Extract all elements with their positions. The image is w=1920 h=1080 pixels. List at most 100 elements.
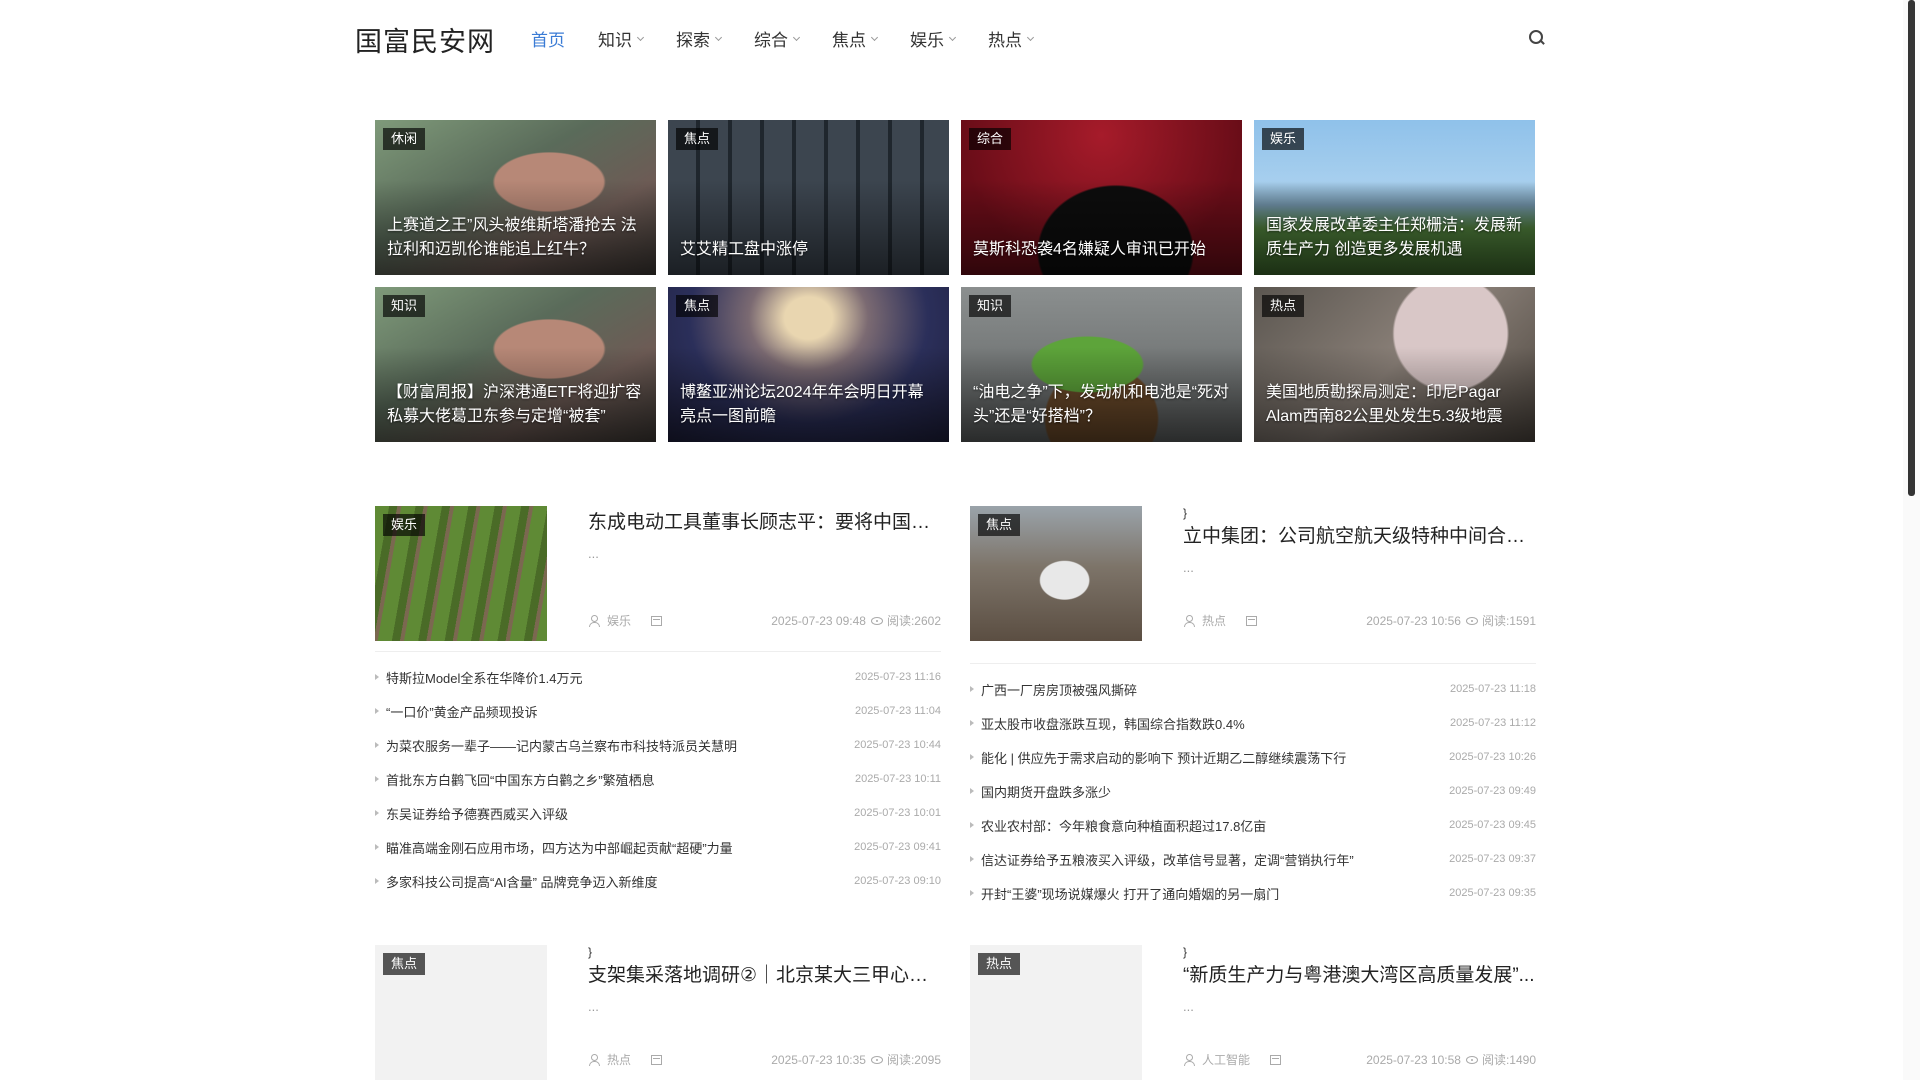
article-list: 广西一厂房房顶被强风撕碎 2025-07-23 11:18 亚太股市收盘涨跌互现，韩…	[970, 672, 1536, 910]
list-item-title[interactable]: 多家科技公司提高“AI含量” 品牌竞争迈入新维度	[386, 872, 844, 891]
card-title[interactable]: 博鳌亚洲论坛2024年年会明日开幕 亮点一图前瞻	[680, 381, 939, 429]
feature-thumbnail[interactable]: 热点	[970, 945, 1142, 1080]
list-item-date: 2025-07-23 11:18	[1449, 683, 1536, 695]
calendar-icon	[651, 615, 663, 626]
list-item-title[interactable]: 东吴证券给予德赛西威买入评级	[386, 804, 844, 823]
author-name[interactable]: 娱乐	[607, 612, 631, 629]
nav-item-6[interactable]: 热点	[988, 26, 1035, 51]
list-item[interactable]: 为菜农服务一辈子——记内蒙古乌兰察布市科技特派员关慧明 2025-07-23 10…	[375, 728, 941, 762]
feature-article[interactable]: 焦点} 支架集采落地调研②｜北京某大三甲心内...... 热点 2025-07-23 …	[375, 945, 941, 1080]
chevron-down-icon	[636, 33, 645, 42]
list-item[interactable]: 信达证券给予五粮液买入评级，改革信号显著，定调“营销执行年” 2025-07-23…	[970, 842, 1536, 876]
author-name[interactable]: 热点	[1202, 612, 1226, 629]
list-item-title[interactable]: 亚太股市收盘涨跌互现，韩国综合指数跌0.4%	[981, 714, 1440, 733]
featured-card[interactable]: 知识 “油电之争”下，发动机和电池是“死对头”还是“好搭档”？	[961, 287, 1242, 442]
list-item[interactable]: 广西一厂房房顶被强风撕碎 2025-07-23 11:18	[970, 672, 1536, 706]
nav-item-4[interactable]: 焦点	[832, 26, 879, 51]
feature-title[interactable]: 支架集采落地调研②｜北京某大三甲心内...	[588, 963, 941, 989]
category-tag[interactable]: 知识	[969, 295, 1012, 317]
card-title[interactable]: 国家发展改革委主任郑栅洁：发展新质生产力 创造更多发展机遇	[1266, 214, 1525, 262]
site-logo[interactable]: 国富民安网	[355, 20, 495, 59]
feature-thumbnail[interactable]: 焦点	[375, 945, 547, 1080]
category-tag[interactable]: 热点	[978, 953, 1021, 975]
feature-thumbnail[interactable]: 焦点	[970, 506, 1142, 641]
card-title[interactable]: 上赛道之王”风头被维斯塔潘抢去 法拉利和迈凯伦谁能追上红牛？	[387, 214, 646, 262]
article-meta: 热点 2025-07-23 10:56 阅读:1591	[1183, 612, 1536, 629]
search-icon[interactable]	[1529, 30, 1545, 46]
featured-card[interactable]: 休闲上赛道之王”风头被维斯塔潘抢去 法拉利和迈凯伦谁能追上红牛？	[375, 120, 656, 275]
card-title[interactable]: 艾艾精工盘中涨停	[680, 238, 939, 262]
feature-thumbnail[interactable]: 娱乐	[375, 506, 547, 641]
list-item-title[interactable]: 为菜农服务一辈子——记内蒙古乌兰察布市科技特派员关慧明	[386, 736, 844, 755]
card-title[interactable]: 美国地质勘探局测定：印尼Pagar Alam西南82公里处发生5.3级地震	[1266, 381, 1525, 429]
list-item[interactable]: 农业农村部：今年粮食意向种植面积超过17.8亿亩 2025-07-23 09:45	[970, 808, 1536, 842]
author-name[interactable]: 热点	[607, 1051, 631, 1068]
category-tag[interactable]: 热点	[1262, 295, 1305, 317]
feature-article[interactable]: 娱乐 东成电动工具董事长顾志平：要将中国精...... 娱乐 2025-07-23 0…	[375, 506, 941, 641]
list-item-title[interactable]: 瞄准高端金刚石应用市场，四方达为中部崛起贡献“超硬”力量	[386, 838, 844, 857]
category-tag[interactable]: 焦点	[383, 953, 426, 975]
list-item[interactable]: 多家科技公司提高“AI含量” 品牌竞争迈入新维度 2025-07-23 09:10	[375, 864, 941, 898]
featured-card[interactable]: 焦点艾艾精工盘中涨停	[668, 120, 949, 275]
nav-item-0[interactable]: 首页	[531, 26, 565, 51]
feature-article[interactable]: 热点} “新质生产力与粤港澳大湾区高质量发展”...... 人工智能 2025-07-…	[970, 945, 1536, 1080]
list-item-title[interactable]: 国内期货开盘跌多涨少	[981, 782, 1439, 801]
list-item-title[interactable]: 能化 | 供应先于需求启动的影响下 预计近期乙二醇继续震荡下行	[981, 748, 1439, 767]
main-nav: 首页 知识 探索 综合 焦点 娱乐 热点	[531, 26, 1066, 51]
list-item-title[interactable]: 广西一厂房房顶被强风撕碎	[981, 680, 1440, 699]
author-name[interactable]: 人工智能	[1202, 1051, 1250, 1068]
list-item-title[interactable]: 信达证券给予五粮液买入评级，改革信号显著，定调“营销执行年”	[981, 850, 1439, 869]
featured-card[interactable]: 热点美国地质勘探局测定：印尼Pagar Alam西南82公里处发生5.3级地震	[1254, 287, 1535, 442]
list-item-title[interactable]: 首批东方白鹳飞回“中国东方白鹳之乡”繁殖栖息	[386, 770, 845, 789]
list-item[interactable]: 东吴证券给予德赛西威买入评级 2025-07-23 10:01	[375, 796, 941, 830]
card-title[interactable]: “油电之争”下，发动机和电池是“死对头”还是“好搭档”？	[973, 381, 1232, 429]
featured-card[interactable]: 娱乐国家发展改革委主任郑栅洁：发展新质生产力 创造更多发展机遇	[1254, 120, 1535, 275]
card-title[interactable]: 【财富周报】沪深港通ETF将迎扩容 私募大佬葛卫东参与定增“被套”	[387, 381, 646, 429]
list-item[interactable]: 特斯拉Model全系在华降价1.4万元 2025-07-23 11:16	[375, 660, 941, 694]
read-count: 阅读:1490	[1481, 1053, 1536, 1067]
category-tag[interactable]: 知识	[383, 295, 426, 317]
list-item[interactable]: 开封“王婆”现场说媒爆火 打开了通向婚姻的另一扇门 2025-07-23 09:3…	[970, 876, 1536, 910]
featured-card[interactable]: 综合莫斯科恐袭4名嫌疑人审讯已开始	[961, 120, 1242, 275]
list-item-title[interactable]: 特斯拉Model全系在华降价1.4万元	[386, 668, 845, 687]
nav-item-3[interactable]: 综合	[754, 26, 801, 51]
category-tag[interactable]: 娱乐	[383, 514, 426, 536]
eye-icon	[870, 1055, 883, 1064]
nav-item-5[interactable]: 娱乐	[910, 26, 957, 51]
nav-item-2[interactable]: 探索	[676, 26, 723, 51]
list-item-title[interactable]: 农业农村部：今年粮食意向种植面积超过17.8亿亩	[981, 816, 1439, 835]
category-tag[interactable]: 综合	[969, 128, 1012, 150]
list-item-title[interactable]: 开封“王婆”现场说媒爆火 打开了通向婚姻的另一扇门	[981, 884, 1439, 903]
feature-title[interactable]: 立中集团：公司航空航天级特种中间合金...	[1183, 524, 1536, 550]
category-tag[interactable]: 焦点	[676, 128, 719, 150]
card-title[interactable]: 莫斯科恐袭4名嫌疑人审讯已开始	[973, 238, 1232, 262]
feature-title[interactable]: “新质生产力与粤港澳大湾区高质量发展”...	[1183, 963, 1536, 989]
read-count: 阅读:2602	[886, 614, 941, 628]
list-item[interactable]: 国内期货开盘跌多涨少 2025-07-23 09:49	[970, 774, 1536, 808]
nav-item-1[interactable]: 知识	[598, 26, 645, 51]
featured-card[interactable]: 焦点博鳌亚洲论坛2024年年会明日开幕 亮点一图前瞻	[668, 287, 949, 442]
nav-label: 探索	[676, 31, 710, 50]
list-item[interactable]: 瞄准高端金刚石应用市场，四方达为中部崛起贡献“超硬”力量 2025-07-23 0…	[375, 830, 941, 864]
category-tag[interactable]: 娱乐	[1262, 128, 1305, 150]
list-item[interactable]: 能化 | 供应先于需求启动的影响下 预计近期乙二醇继续震荡下行 2025-07-2…	[970, 740, 1536, 774]
category-tag[interactable]: 休闲	[383, 128, 426, 150]
nav-label: 知识	[598, 31, 632, 50]
page-scrollbar[interactable]	[1903, 0, 1920, 1080]
list-item[interactable]: 亚太股市收盘涨跌互现，韩国综合指数跌0.4% 2025-07-23 11:12	[970, 706, 1536, 740]
article-meta: 人工智能 2025-07-23 10:58 阅读:1490	[1183, 1051, 1536, 1068]
calendar-icon	[1246, 615, 1258, 626]
category-tag[interactable]: 焦点	[978, 514, 1021, 536]
left-column: 娱乐 东成电动工具董事长顾志平：要将中国精...... 娱乐 2025-07-23 0…	[375, 506, 941, 898]
scrollbar-thumb[interactable]	[1908, 0, 1915, 496]
list-item[interactable]: 首批东方白鹳飞回“中国东方白鹳之乡”繁殖栖息 2025-07-23 10:11	[375, 762, 941, 796]
publish-date: 2025-07-23 10:35	[771, 1052, 866, 1067]
feature-article[interactable]: 焦点} 立中集团：公司航空航天级特种中间合金...... 热点 2025-07-23 …	[970, 506, 1536, 641]
divider	[375, 651, 941, 652]
category-tag[interactable]: 焦点	[676, 295, 719, 317]
list-item-title[interactable]: “一口价”黄金产品频现投诉	[386, 702, 845, 721]
featured-card[interactable]: 知识【财富周报】沪深港通ETF将迎扩容 私募大佬葛卫东参与定增“被套”	[375, 287, 656, 442]
nav-label: 热点	[988, 31, 1022, 50]
feature-title[interactable]: 东成电动工具董事长顾志平：要将中国精...	[588, 510, 941, 536]
list-item[interactable]: “一口价”黄金产品频现投诉 2025-07-23 11:04	[375, 694, 941, 728]
